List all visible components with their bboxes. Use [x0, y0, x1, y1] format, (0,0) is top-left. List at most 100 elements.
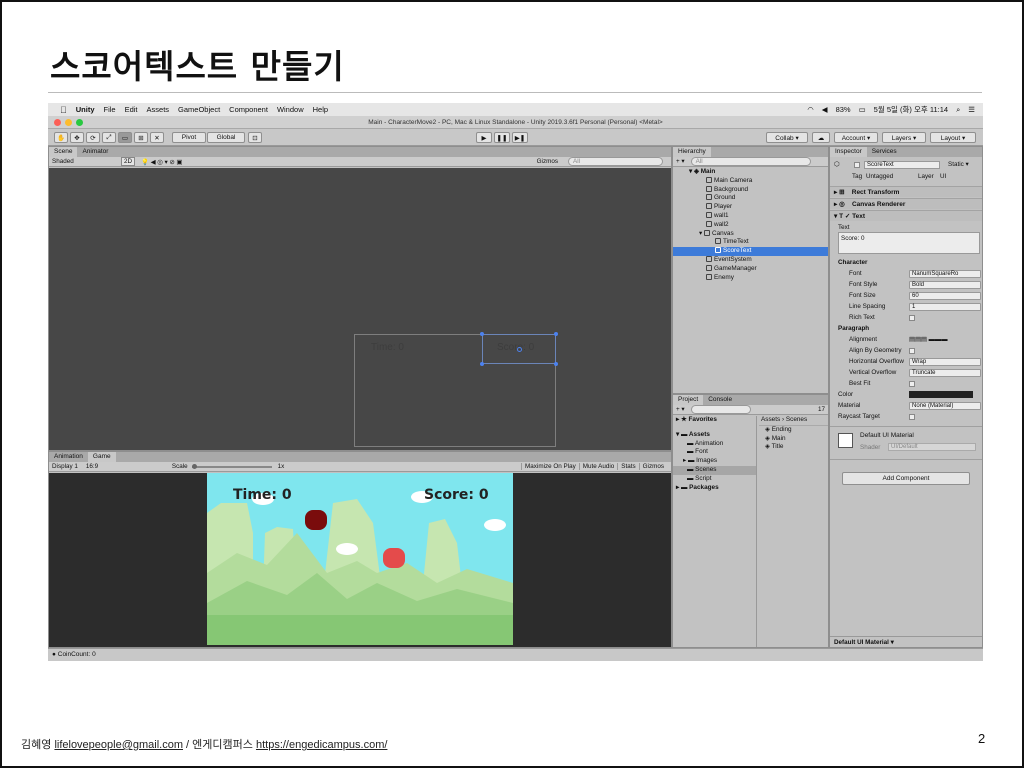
clock[interactable]: 5월 5일 (화) 오후 11:14 [874, 104, 948, 115]
folder-images[interactable]: ▸ ▬ Images [673, 457, 756, 466]
layers-dropdown[interactable]: Layers ▾ [882, 132, 926, 143]
play-button[interactable]: ▶ [476, 132, 492, 143]
material-preview-bar[interactable]: Default UI Material ▾ [830, 636, 982, 647]
scene-file-ending[interactable]: ◈ Ending [759, 426, 828, 435]
mute-audio-toggle[interactable]: Mute Audio [578, 463, 618, 470]
raycast-checkbox[interactable] [909, 414, 915, 420]
add-component-button[interactable]: Add Component [842, 472, 970, 485]
scene-file-title[interactable]: ◈ Title [759, 443, 828, 452]
rect-handle-bl[interactable] [480, 362, 484, 366]
pivot-button[interactable]: Pivot [172, 132, 206, 143]
apple-icon[interactable]:  [60, 105, 67, 115]
layout-dropdown[interactable]: Layout ▾ [930, 132, 976, 143]
account-dropdown[interactable]: Account ▾ [834, 132, 878, 143]
hierarchy-item[interactable]: Player [673, 203, 828, 212]
tab-animation[interactable]: Animation [49, 452, 88, 462]
menu-component[interactable]: Component [229, 105, 268, 114]
alignment-buttons[interactable]: ▤▤▤ ▬▬▬ [909, 335, 948, 345]
tag-dropdown[interactable]: Untagged [866, 172, 893, 182]
step-button[interactable]: ▶❚ [512, 132, 528, 143]
folder-animation[interactable]: ▬ Animation [673, 440, 756, 449]
v-overflow-dropdown[interactable]: Truncate [909, 369, 981, 377]
2d-toggle[interactable]: 2D [121, 157, 136, 166]
assets-folder[interactable]: ▾ ▬ Assets [673, 431, 756, 440]
volume-icon[interactable]: ◀ [822, 105, 828, 114]
scale-slider[interactable] [191, 463, 272, 469]
display-dropdown[interactable]: Display 1 [52, 463, 78, 470]
snap-icon[interactable]: ⊡ [248, 132, 262, 143]
hierarchy-item[interactable]: TimeText [673, 238, 828, 247]
tab-services[interactable]: Services [866, 147, 902, 157]
material-field[interactable]: None (Material) [909, 402, 981, 410]
zoom-window-button[interactable] [76, 119, 83, 126]
scene-view[interactable]: Time: 0 Score: 0 [49, 168, 671, 450]
hand-tool-icon[interactable]: ✋ [54, 132, 68, 143]
hierarchy-item[interactable]: Main Camera [673, 176, 828, 186]
layer-dropdown[interactable]: UI [940, 172, 946, 182]
text-component-header[interactable]: ▾ T ✓ Text [830, 213, 865, 220]
hierarchy-item[interactable]: EventSystem [673, 256, 828, 265]
move-tool-icon[interactable]: ✥ [70, 132, 84, 143]
align-geometry-checkbox[interactable] [909, 348, 915, 354]
tab-project[interactable]: Project [673, 395, 704, 405]
collab-button[interactable]: Collab ▾ [766, 132, 808, 143]
hierarchy-item[interactable]: wall1 [673, 212, 828, 221]
tab-inspector[interactable]: Inspector [830, 147, 867, 157]
rich-text-checkbox[interactable] [909, 315, 915, 321]
rect-handle-br[interactable] [554, 362, 558, 366]
static-dropdown[interactable]: Static ▾ [948, 160, 969, 170]
close-window-button[interactable] [54, 119, 61, 126]
menu-gameobject[interactable]: GameObject [178, 105, 220, 114]
menu-edit[interactable]: Edit [125, 105, 138, 114]
status-message[interactable]: CoinCount: 0 [58, 651, 96, 658]
shader-dropdown[interactable]: UI/Default [888, 443, 976, 451]
menu-list-icon[interactable]: ☰ [968, 105, 975, 114]
create-asset-button[interactable]: + ▾ [676, 406, 685, 413]
custom-tool-icon[interactable]: ✕ [150, 132, 164, 143]
rotate-tool-icon[interactable]: ⟳ [86, 132, 100, 143]
stats-toggle[interactable]: Stats [617, 463, 638, 470]
hierarchy-scene-main[interactable]: ▾ ◈ Main [673, 168, 828, 177]
folder-font[interactable]: ▬ Font [673, 448, 756, 457]
hierarchy-item[interactable]: Background [673, 185, 828, 195]
footer-email-link[interactable]: lifelovepeople@gmail.com [54, 739, 183, 751]
transform-tool-icon[interactable]: ⊞ [134, 132, 148, 143]
favorites-folder[interactable]: ▸ ★ Favorites [673, 416, 756, 425]
global-button[interactable]: Global [207, 132, 245, 143]
add-object-button[interactable]: + ▾ [676, 158, 685, 165]
rect-handle-tl[interactable] [480, 332, 484, 336]
hierarchy-item[interactable]: ▾ Canvas [673, 229, 828, 239]
font-field[interactable]: NanumSquareRo [909, 270, 981, 278]
font-style-dropdown[interactable]: Bold [909, 281, 981, 289]
canvas-renderer-header[interactable]: ▸ ◎ Canvas Renderer [830, 201, 905, 208]
tab-scene[interactable]: Scene [49, 147, 78, 157]
menu-app[interactable]: Unity [76, 105, 95, 114]
font-size-input[interactable]: 60 [909, 292, 981, 300]
scene-file-main[interactable]: ◈ Main [759, 435, 828, 444]
text-content-area[interactable]: Score: 0 [838, 232, 980, 254]
rect-handle-tr[interactable] [554, 332, 558, 336]
hierarchy-item[interactable]: ScoreText [673, 247, 828, 256]
hierarchy-item[interactable]: wall2 [673, 220, 828, 230]
tab-animator[interactable]: Animator [77, 147, 114, 157]
rect-transform-header[interactable]: ▸ ⊞ Rect Transform [830, 189, 899, 196]
hierarchy-item[interactable]: Ground [673, 194, 828, 203]
hierarchy-search-input[interactable]: All [690, 157, 811, 166]
color-swatch[interactable] [909, 391, 973, 398]
minimize-window-button[interactable] [65, 119, 72, 126]
wifi-icon[interactable]: ◠ [807, 105, 814, 114]
hierarchy-item[interactable]: Enemy [673, 273, 828, 283]
pause-button[interactable]: ❚❚ [494, 132, 510, 143]
tab-game[interactable]: Game [87, 452, 116, 462]
tab-console[interactable]: Console [703, 395, 738, 405]
menu-file[interactable]: File [104, 105, 116, 114]
folder-script[interactable]: ▬ Script [673, 475, 756, 484]
shading-dropdown[interactable]: Shaded [52, 158, 117, 165]
search-icon[interactable]: ⌕ [956, 105, 960, 115]
battery-icon[interactable]: ▭ [859, 105, 866, 114]
scene-search-input[interactable]: All [568, 157, 663, 166]
aspect-dropdown[interactable]: 16:9 [86, 463, 166, 470]
best-fit-checkbox[interactable] [909, 381, 915, 387]
footer-url-link[interactable]: https://engedicampus.com/ [256, 739, 387, 751]
project-search-input[interactable] [690, 405, 751, 414]
